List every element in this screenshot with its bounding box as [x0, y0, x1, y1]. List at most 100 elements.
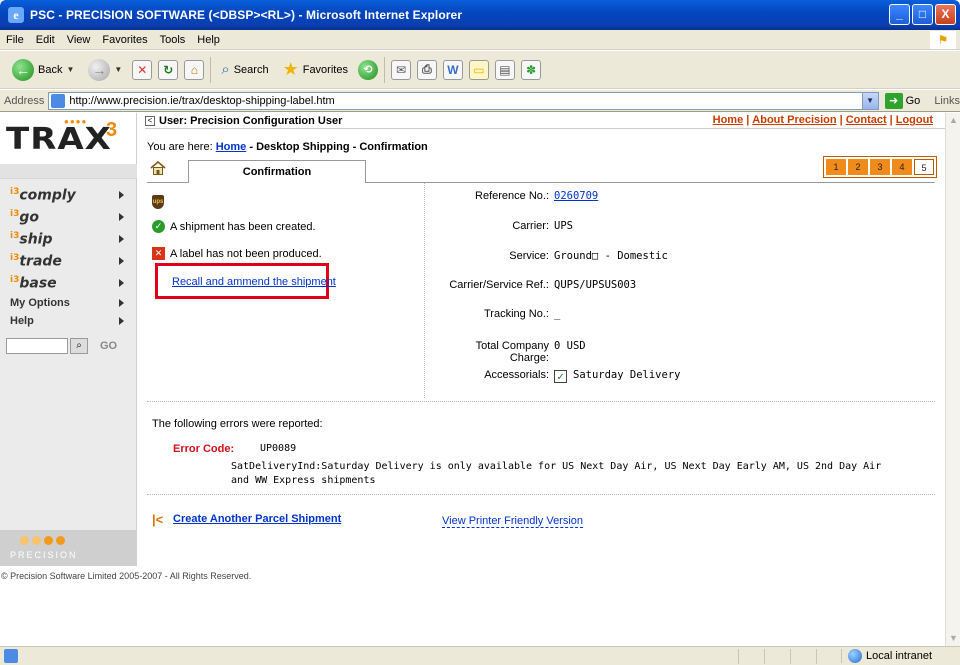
copyright: © Precision Software Limited 2005-2007 -… — [1, 571, 252, 581]
error-message: SatDeliveryInd:Saturday Delivery is only… — [231, 460, 931, 488]
back-button[interactable]: ← Back ▼ — [8, 55, 78, 85]
menu-help[interactable]: Help — [197, 34, 220, 46]
nav-item-help[interactable]: Help — [0, 312, 136, 330]
nav-item-comply[interactable]: i3comply — [0, 184, 136, 206]
status-bar: Local intranet — [0, 646, 960, 665]
search-button[interactable]: ⌕ Search — [217, 55, 272, 85]
nav-label: ship — [19, 231, 53, 248]
step-2[interactable]: 2 — [848, 159, 868, 175]
carrier-label: Carrier: — [512, 220, 549, 232]
favorites-button[interactable]: ★ Favorites — [279, 55, 352, 85]
go-label: Go — [905, 94, 921, 107]
breadcrumb: You are here: Home - Desktop Shipping - … — [147, 141, 428, 153]
menu-tools[interactable]: Tools — [160, 34, 186, 46]
tracking-value: _ — [554, 308, 561, 320]
collapse-icon[interactable]: < — [145, 115, 155, 126]
arrow-right-icon — [119, 257, 124, 265]
menu-file[interactable]: File — [6, 34, 24, 46]
printer-friendly-link[interactable]: View Printer Friendly Version — [442, 515, 584, 528]
tab-gap — [189, 182, 365, 183]
link-logout[interactable]: Logout — [896, 114, 933, 126]
arrow-right-icon — [119, 317, 124, 325]
minimize-button[interactable]: _ — [889, 4, 910, 25]
forward-button[interactable]: → ▼ — [84, 55, 126, 85]
print-icon[interactable]: ⎙ — [416, 59, 437, 80]
go-arrow-icon: ➜ — [884, 92, 903, 109]
breadcrumb-current: - Desktop Shipping - Confirmation — [249, 141, 428, 153]
sidebar-go-button[interactable]: GO — [100, 340, 117, 352]
mail-icon[interactable]: ✉ — [390, 59, 411, 80]
toolbar-separator — [383, 56, 385, 83]
charge-label: Total Company Charge: — [424, 340, 554, 364]
first-page-icon[interactable]: |< — [152, 513, 166, 526]
step-3[interactable]: 3 — [870, 159, 890, 175]
nav-item-go[interactable]: i3go — [0, 206, 136, 228]
forward-arrow-icon: → — [88, 58, 111, 81]
search-icon: ⌕ — [221, 61, 230, 78]
history-icon[interactable]: ⟲ — [357, 59, 378, 80]
nav-label: Help — [10, 315, 34, 327]
scroll-up-icon[interactable]: ▲ — [946, 113, 960, 128]
recall-shipment-link[interactable]: Recall and ammend the shipment — [172, 276, 336, 288]
link-contact[interactable]: Contact — [846, 114, 887, 126]
nav-item-my-options[interactable]: My Options — [0, 294, 136, 312]
accessorials-label: Accessorials: — [484, 369, 549, 381]
nav-item-trade[interactable]: i3trade — [0, 250, 136, 272]
step-4[interactable]: 4 — [892, 159, 912, 175]
menu-view[interactable]: View — [67, 34, 91, 46]
window-title-bar: e PSC - PRECISION SOFTWARE (<DBSP><RL>) … — [0, 0, 960, 30]
arrow-right-icon — [119, 191, 124, 199]
top-links: Home | About Precision | Contact | Logout — [712, 114, 933, 126]
nav-label: base — [19, 275, 57, 292]
scroll-down-icon[interactable]: ▼ — [946, 631, 960, 646]
address-field[interactable]: http://www.precision.ie/trax/desktop-shi… — [48, 91, 879, 110]
link-home[interactable]: Home — [713, 114, 744, 126]
shipment-created-status: ✓ A shipment has been created. — [152, 220, 316, 233]
research-icon[interactable]: ▤ — [494, 59, 515, 80]
close-button[interactable]: X — [935, 4, 956, 25]
menu-favorites[interactable]: Favorites — [102, 34, 147, 46]
detail-tracking: Tracking No.: _ — [424, 308, 934, 320]
zone-label: Local intranet — [866, 650, 933, 662]
links-button[interactable]: Links — [934, 95, 960, 107]
menu-edit[interactable]: Edit — [36, 34, 55, 46]
refresh-icon[interactable]: ↻ — [158, 59, 179, 80]
nav-sup: i3 — [10, 252, 20, 263]
chevron-down-icon[interactable]: ▼ — [861, 92, 878, 109]
current-user: User: Precision Configuration User — [159, 114, 343, 127]
discuss-icon[interactable]: ▭ — [468, 59, 489, 80]
nav-label: comply — [19, 187, 76, 204]
nav-sup: i3 — [10, 186, 20, 197]
arrow-right-icon — [119, 279, 124, 287]
home-icon[interactable]: ⌂ — [184, 59, 205, 80]
reference-link[interactable]: 0260709 — [554, 190, 598, 202]
home-icon[interactable] — [150, 161, 166, 175]
step-5: 5 — [914, 159, 934, 175]
nav-item-base[interactable]: i3base — [0, 272, 136, 294]
maximize-button[interactable]: □ — [912, 4, 933, 25]
address-url: http://www.precision.ie/trax/desktop-shi… — [69, 94, 335, 107]
vertical-scrollbar[interactable]: ▲ ▼ — [945, 113, 960, 646]
arrow-right-icon — [119, 213, 124, 221]
tab-confirmation[interactable]: Confirmation — [188, 160, 366, 182]
precision-dots — [20, 536, 65, 545]
page-icon — [51, 93, 66, 108]
create-another-shipment-link[interactable]: Create Another Parcel Shipment — [173, 513, 341, 525]
stop-icon[interactable]: ✕ — [132, 59, 153, 80]
breadcrumb-home[interactable]: Home — [216, 141, 247, 153]
detail-charge: Total Company Charge: 0 USD — [424, 340, 934, 364]
edit-icon[interactable]: W — [442, 59, 463, 80]
precision-text: PRECISION — [10, 550, 78, 560]
sidebar-search-input[interactable] — [6, 338, 68, 354]
step-1[interactable]: 1 — [826, 159, 846, 175]
link-about-precision[interactable]: About Precision — [752, 114, 836, 126]
magnifier-icon[interactable]: ⌕ — [70, 338, 88, 354]
window-title: PSC - PRECISION SOFTWARE (<DBSP><RL>) - … — [30, 8, 463, 22]
nav-item-ship[interactable]: i3ship — [0, 228, 136, 250]
precision-logo: PRECISION — [0, 530, 137, 566]
go-button[interactable]: ➜ Go — [884, 92, 921, 109]
error-code-value: UP0089 — [260, 443, 297, 454]
address-label: Address — [4, 94, 45, 107]
nav-sup: i3 — [10, 208, 20, 219]
messenger-icon[interactable]: ✽ — [520, 59, 541, 80]
